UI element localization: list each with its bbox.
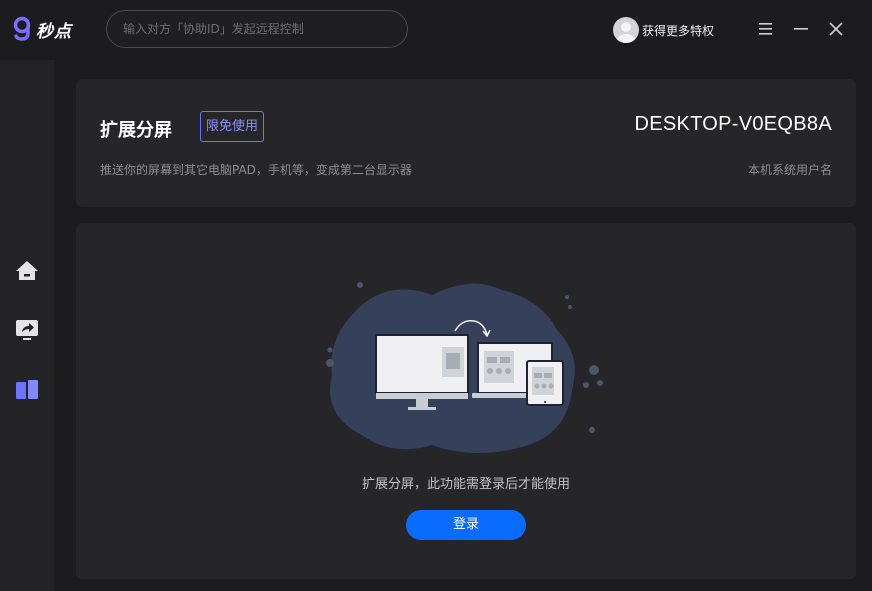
avatar (613, 17, 639, 43)
user-label: 获得更多特权 (642, 23, 715, 38)
user-privileges[interactable]: 获得更多特权 (613, 17, 714, 43)
title-bar: 秒点 获得更多特权 (0, 0, 872, 60)
device-name-label: 本机系统用户名 (747, 163, 832, 177)
minimize-icon (794, 28, 808, 30)
extend-screen-header-card: 扩展分屏 限免使用 推送你的屏幕到其它电脑PAD，手机等，变成第二台显示器 DE… (76, 79, 856, 207)
sidebar-item-home[interactable] (14, 258, 40, 284)
extend-screen-main-card: 扩展分屏，此功能需登录后才能使用 登录 (76, 223, 856, 579)
user-avatar-icon (617, 22, 635, 43)
close-icon (829, 22, 843, 36)
home-icon (16, 261, 38, 280)
multi-device-illustration (326, 282, 603, 454)
menu-icon (759, 23, 772, 35)
free-badge: 限免使用 (200, 111, 265, 142)
screen-share-icon (16, 320, 38, 340)
sidebar-item-remote-control[interactable] (14, 317, 40, 343)
sidebar-item-extend-screen[interactable] (14, 377, 40, 403)
feature-description: 推送你的屏幕到其它电脑PAD，手机等，变成第二台显示器 (100, 163, 412, 177)
login-required-message: 扩展分屏，此功能需登录后才能使用 (361, 477, 570, 492)
app-logo: 秒点 (12, 16, 72, 42)
device-name: DESKTOP-V0EQB8A (634, 113, 832, 135)
logo-icon (13, 16, 31, 41)
page-title: 扩展分屏 (100, 120, 172, 141)
search-input[interactable] (106, 10, 408, 48)
login-button[interactable]: 登录 (406, 510, 526, 540)
minimize-button[interactable] (791, 19, 811, 39)
app-name: 秒点 (36, 21, 72, 42)
sidebar (0, 60, 54, 591)
extend-screen-icon (16, 380, 38, 399)
close-button[interactable] (826, 19, 846, 39)
menu-button[interactable] (756, 19, 776, 39)
